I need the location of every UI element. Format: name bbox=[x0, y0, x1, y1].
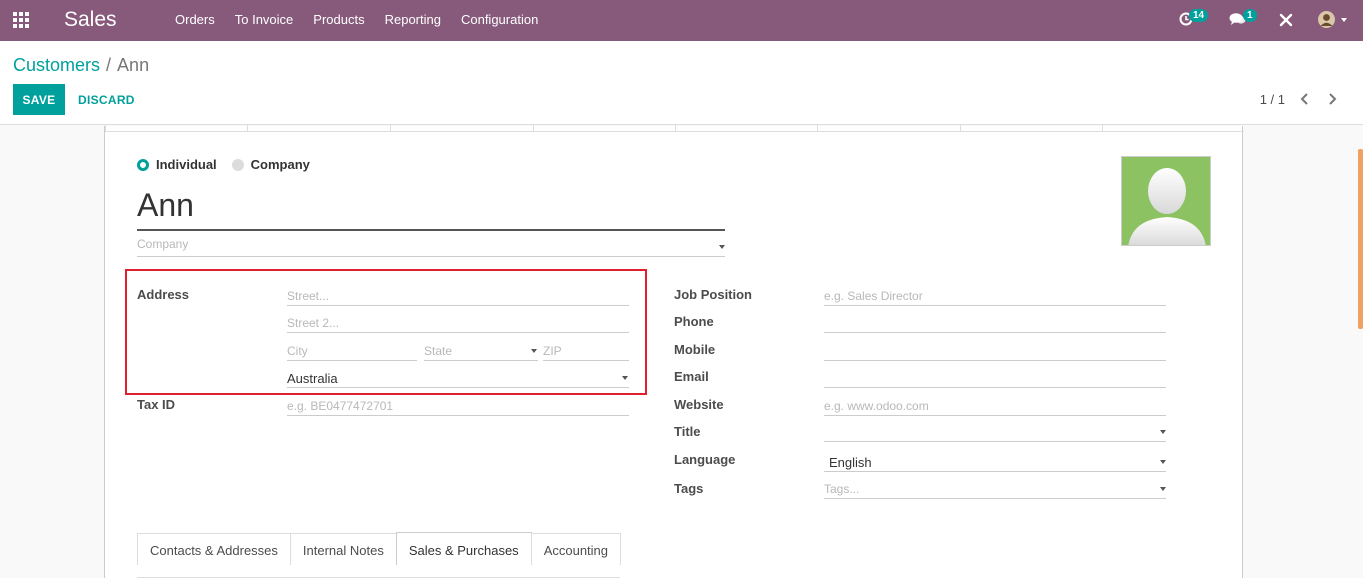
radio-company-label[interactable]: Company bbox=[251, 157, 310, 172]
close-cross-icon[interactable] bbox=[1279, 13, 1293, 27]
messaging-menu[interactable]: 1 bbox=[1226, 0, 1262, 41]
tags-placeholder: Tags... bbox=[824, 482, 860, 496]
menu-reporting[interactable]: Reporting bbox=[375, 12, 451, 27]
tab-sales-purchases[interactable]: Sales & Purchases bbox=[395, 532, 532, 565]
chevron-left-icon[interactable] bbox=[1297, 90, 1313, 108]
state-select[interactable]: State bbox=[424, 339, 538, 361]
address-label: Address bbox=[137, 287, 190, 302]
phone-input[interactable] bbox=[824, 311, 1166, 333]
company-placeholder: Company bbox=[137, 237, 189, 251]
tags-input[interactable]: Tags... bbox=[824, 477, 1166, 499]
chevron-right-icon[interactable] bbox=[1324, 90, 1340, 108]
menu-configuration[interactable]: Configuration bbox=[451, 12, 548, 27]
apps-grid-icon[interactable] bbox=[13, 12, 31, 28]
notebook-tabs: Contacts & Addresses Internal Notes Sale… bbox=[137, 532, 622, 578]
email-label: Email bbox=[674, 369, 709, 384]
caret-down-icon bbox=[719, 245, 725, 249]
website-input[interactable]: e.g. www.odoo.com bbox=[824, 394, 1166, 416]
breadcrumb-customers[interactable]: Customers bbox=[13, 55, 100, 76]
menu-products[interactable]: Products bbox=[303, 12, 374, 27]
country-value: Australia bbox=[287, 371, 338, 386]
radio-individual-label[interactable]: Individual bbox=[156, 157, 217, 172]
country-select[interactable]: Australia bbox=[287, 366, 629, 388]
zip-input[interactable]: ZIP bbox=[543, 339, 629, 361]
title-select[interactable] bbox=[824, 420, 1166, 442]
message-count-badge: 1 bbox=[1243, 9, 1257, 22]
activity-menu[interactable]: 14 bbox=[1175, 0, 1211, 41]
default-avatar-icon bbox=[1128, 168, 1206, 245]
language-value: English bbox=[829, 455, 872, 470]
job-position-input[interactable]: e.g. Sales Director bbox=[824, 284, 1166, 306]
app-brand[interactable]: Sales bbox=[64, 8, 117, 32]
radio-company[interactable] bbox=[231, 158, 244, 171]
breadcrumb: Customers / Ann bbox=[13, 55, 149, 76]
breadcrumb-separator: / bbox=[106, 55, 112, 75]
page-scrollbar[interactable] bbox=[1358, 149, 1363, 329]
radio-individual[interactable] bbox=[137, 158, 149, 171]
contact-image[interactable] bbox=[1121, 156, 1211, 246]
top-navbar: Sales Orders To Invoice Products Reporti… bbox=[0, 0, 1363, 41]
email-input[interactable] bbox=[824, 366, 1166, 388]
tab-internal-notes[interactable]: Internal Notes bbox=[289, 533, 397, 565]
control-panel: Customers / Ann SAVE DISCARD 1 / 1 bbox=[0, 41, 1363, 125]
name-input[interactable]: Ann bbox=[137, 185, 725, 231]
language-label: Language bbox=[674, 452, 736, 467]
job-position-label: Job Position bbox=[674, 287, 752, 302]
tags-label: Tags bbox=[674, 481, 704, 496]
caret-down-icon bbox=[1341, 18, 1347, 22]
street-input[interactable]: Street... bbox=[287, 284, 629, 306]
street2-input[interactable]: Street 2... bbox=[287, 311, 629, 333]
user-avatar-icon bbox=[1318, 11, 1335, 28]
pager-value[interactable]: 1 / 1 bbox=[1260, 92, 1285, 107]
tab-contacts-addresses[interactable]: Contacts & Addresses bbox=[137, 533, 291, 565]
smart-button-row bbox=[105, 124, 1244, 132]
caret-down-icon bbox=[1160, 430, 1166, 434]
state-placeholder: State bbox=[424, 344, 453, 358]
discard-button[interactable]: DISCARD bbox=[70, 84, 143, 115]
activity-count-badge: 14 bbox=[1189, 9, 1209, 22]
company-type-radio: Individual Company bbox=[137, 157, 310, 172]
tax-id-label: Tax ID bbox=[137, 397, 176, 412]
caret-down-icon bbox=[531, 349, 537, 353]
company-select[interactable]: Company bbox=[137, 237, 725, 257]
save-button[interactable]: SAVE bbox=[13, 84, 65, 115]
menu-to-invoice[interactable]: To Invoice bbox=[225, 12, 304, 27]
website-label: Website bbox=[674, 397, 724, 412]
language-select[interactable]: English bbox=[824, 450, 1166, 472]
tax-id-input[interactable]: e.g. BE0477472701 bbox=[287, 394, 629, 416]
menu-orders[interactable]: Orders bbox=[165, 12, 225, 27]
phone-label: Phone bbox=[674, 314, 714, 329]
user-menu[interactable] bbox=[1316, 0, 1350, 41]
caret-down-icon bbox=[1160, 460, 1166, 464]
main-menu: Orders To Invoice Products Reporting Con… bbox=[165, 12, 548, 27]
title-label: Title bbox=[674, 424, 701, 439]
mobile-label: Mobile bbox=[674, 342, 716, 357]
caret-down-icon bbox=[1160, 487, 1166, 491]
tab-accounting[interactable]: Accounting bbox=[530, 533, 622, 565]
mobile-input[interactable] bbox=[824, 339, 1166, 361]
breadcrumb-current: Ann bbox=[117, 55, 150, 75]
city-input[interactable]: City bbox=[287, 339, 417, 361]
caret-down-icon bbox=[622, 376, 628, 380]
